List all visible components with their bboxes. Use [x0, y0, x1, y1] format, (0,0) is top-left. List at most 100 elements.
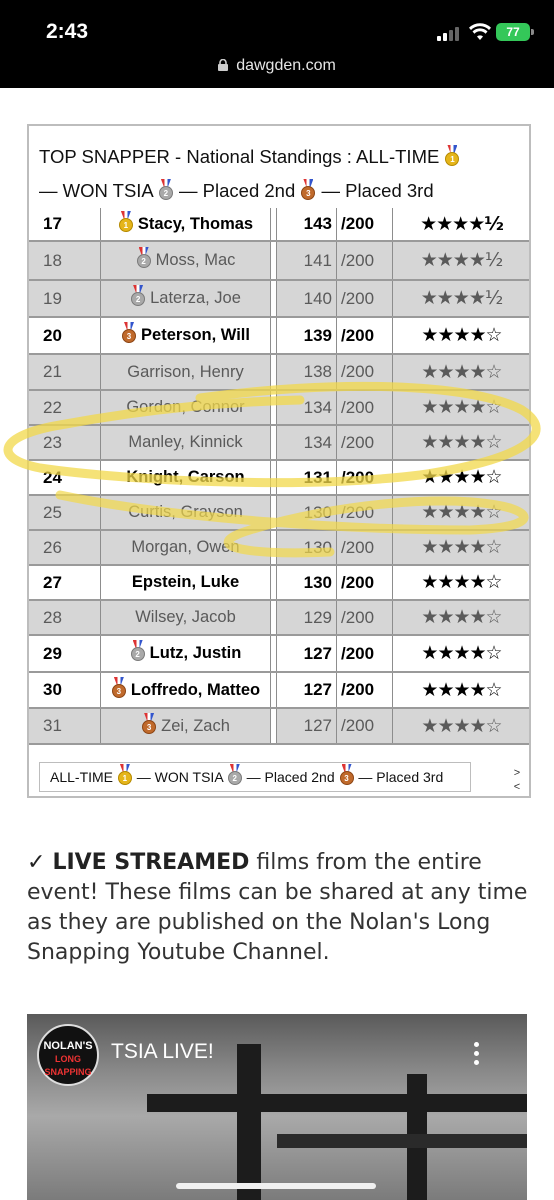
table-row: 25 Curtis, Grayson 130/200 ★★★★☆: [29, 496, 529, 531]
bronze-medal-icon: 3: [300, 179, 316, 201]
name-cell: 1 Stacy, Thomas: [101, 208, 271, 240]
score-cell: 134: [277, 426, 337, 459]
max-score-cell: /200: [337, 318, 393, 353]
max-score-cell: /200: [337, 355, 393, 389]
table-row: 26 Morgan, Owen 130/200 ★★★★☆: [29, 531, 529, 566]
rank-cell: 17: [29, 208, 101, 240]
channel-avatar[interactable]: NOLAN'S LONG SNAPPING: [37, 1024, 99, 1086]
gold-medal-icon: 1: [117, 764, 133, 786]
gold-medal-icon: 1: [444, 145, 460, 167]
table-scroll-arrows: > <: [507, 766, 527, 794]
battery-tip: [531, 29, 534, 35]
table-row: 19 2 Laterza, Joe 140/200 ★★★★½: [29, 281, 529, 318]
player-name: Zei, Zach: [161, 717, 230, 735]
max-score-cell: /200: [337, 601, 393, 634]
url-text: dawgden.com: [236, 57, 336, 74]
table-row: 23 Manley, Kinnick 134/200 ★★★★☆: [29, 426, 529, 461]
standings-title: TOP SNAPPER - National Standings : ALL-T…: [39, 140, 519, 208]
stars-rating: ★★★★☆: [393, 566, 529, 599]
title-third: — Placed 3rd: [321, 180, 434, 201]
player-name: Morgan, Owen: [131, 538, 240, 556]
channel-logo-line1: NOLAN'S: [43, 1040, 93, 1052]
table-row: 28 Wilsey, Jacob 129/200 ★★★★☆: [29, 601, 529, 636]
player-name: Peterson, Will: [141, 326, 250, 344]
title-won: — WON TSIA: [39, 180, 153, 201]
article-paragraph: ✓ LIVE STREAMED films from the entire ev…: [27, 848, 531, 968]
max-score-cell: /200: [337, 496, 393, 529]
rank-cell: 30: [29, 673, 101, 707]
standings-legend: ALL-TIME 1 — WON TSIA 2 — Placed 2nd 3 —…: [39, 762, 471, 792]
table-row: 22 Gordon, Connor 134/200 ★★★★☆: [29, 391, 529, 426]
rank-cell: 19: [29, 281, 101, 316]
max-score-cell: /200: [337, 636, 393, 671]
stars-rating: ★★★★☆: [393, 601, 529, 634]
name-cell: Manley, Kinnick: [101, 426, 271, 459]
silver-medal-icon: 2: [136, 247, 152, 269]
scroll-prev-button[interactable]: <: [507, 780, 527, 794]
stars-rating: ★★★★☆: [393, 318, 529, 353]
legend-alltime: ALL-TIME: [50, 769, 114, 785]
legend-second: — Placed 2nd: [246, 769, 335, 785]
scroll-next-button[interactable]: >: [507, 766, 527, 780]
rank-cell: 26: [29, 531, 101, 564]
name-cell: 3 Peterson, Will: [101, 318, 271, 353]
name-cell: 3 Zei, Zach: [101, 709, 271, 743]
rank-cell: 21: [29, 355, 101, 389]
max-score-cell: /200: [337, 531, 393, 564]
name-cell: 2 Laterza, Joe: [101, 281, 271, 316]
channel-logo-line2: LONG SNAPPING: [44, 1054, 92, 1077]
bronze-medal-icon: 3: [111, 677, 127, 699]
score-cell: 134: [277, 391, 337, 424]
youtube-video-embed[interactable]: NOLAN'S LONG SNAPPING TSIA LIVE!: [27, 1014, 527, 1200]
rank-cell: 25: [29, 496, 101, 529]
table-row: 31 3 Zei, Zach 127/200 ★★★★☆: [29, 709, 529, 745]
player-name: Manley, Kinnick: [128, 433, 243, 451]
player-name: Lutz, Justin: [149, 644, 242, 662]
legend-third: — Placed 3rd: [358, 769, 444, 785]
table-row: 17 1 Stacy, Thomas 143/200 ★★★★½: [29, 208, 529, 242]
stars-rating: ★★★★☆: [393, 673, 529, 707]
max-score-cell: /200: [337, 391, 393, 424]
silver-medal-icon: 2: [227, 764, 243, 786]
silver-medal-icon: 2: [158, 179, 174, 201]
name-cell: Gordon, Connor: [101, 391, 271, 424]
more-options-icon[interactable]: [471, 1042, 481, 1069]
table-row: 27 Epstein, Luke 130/200 ★★★★☆: [29, 566, 529, 601]
score-cell: 127: [277, 636, 337, 671]
status-time: 2:43: [46, 20, 89, 43]
player-name: Wilsey, Jacob: [135, 608, 236, 626]
max-score-cell: /200: [337, 673, 393, 707]
gold-medal-icon: 1: [118, 211, 134, 233]
table-row: 18 2 Moss, Mac 141/200 ★★★★½: [29, 242, 529, 281]
rack-beam: [277, 1134, 527, 1148]
score-cell: 138: [277, 355, 337, 389]
cellular-signal-icon: [437, 27, 459, 41]
rank-cell: 22: [29, 391, 101, 424]
bronze-medal-icon: 3: [141, 713, 157, 735]
name-cell: Curtis, Grayson: [101, 496, 271, 529]
score-cell: 139: [277, 318, 337, 353]
score-cell: 130: [277, 531, 337, 564]
wifi-icon: [469, 23, 491, 40]
max-score-cell: /200: [337, 242, 393, 279]
stars-rating: ★★★★☆: [393, 496, 529, 529]
player-name: Knight, Carson: [126, 468, 245, 486]
battery-indicator: 77: [496, 23, 530, 41]
rank-cell: 29: [29, 636, 101, 671]
max-score-cell: /200: [337, 709, 393, 743]
table-row: 24 Knight, Carson 131/200 ★★★★☆: [29, 461, 529, 496]
table-row: 20 3 Peterson, Will 139/200 ★★★★☆: [29, 318, 529, 355]
score-cell: 143: [277, 208, 337, 240]
name-cell: Wilsey, Jacob: [101, 601, 271, 634]
bronze-medal-icon: 3: [339, 764, 355, 786]
stars-rating: ★★★★☆: [393, 461, 529, 494]
player-name: Loffredo, Matteo: [130, 681, 261, 699]
max-score-cell: /200: [337, 461, 393, 494]
stars-rating: ★★★★☆: [393, 355, 529, 389]
table-row: 29 2 Lutz, Justin 127/200 ★★★★☆: [29, 636, 529, 673]
address-bar[interactable]: dawgden.com: [0, 57, 554, 75]
score-cell: 127: [277, 709, 337, 743]
score-cell: 140: [277, 281, 337, 316]
check-mark: ✓: [27, 850, 46, 875]
video-title[interactable]: TSIA LIVE!: [111, 1040, 214, 1064]
